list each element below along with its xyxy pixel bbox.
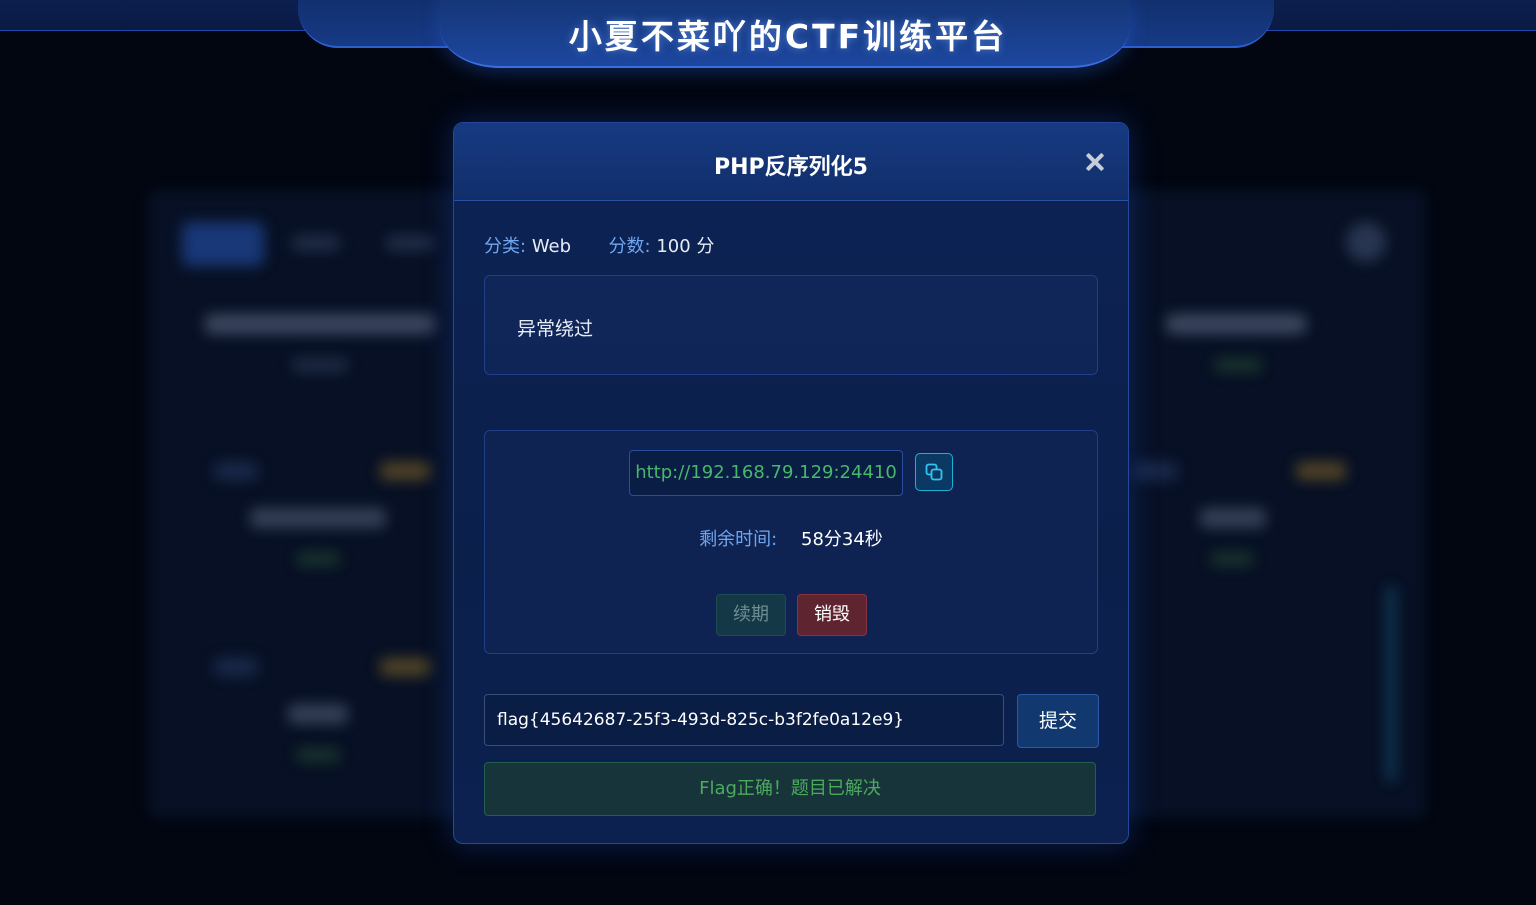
background-card-subtitle	[296, 748, 340, 762]
copy-icon	[925, 463, 943, 481]
copy-url-button[interactable]	[915, 453, 953, 491]
background-tab	[386, 236, 434, 250]
background-badge	[1296, 462, 1346, 480]
flag-result-message: Flag正确！题目已解决	[484, 762, 1096, 816]
challenge-modal: PHP反序列化5 分类: Web 分数: 100 分 异常绕过 http://1…	[453, 122, 1129, 844]
background-card-subtitle	[296, 552, 340, 566]
background-badge	[380, 658, 430, 676]
close-icon[interactable]	[1082, 149, 1108, 175]
background-scrollbar	[1386, 586, 1396, 782]
modal-header: PHP反序列化5	[454, 123, 1128, 201]
score-label: 分数:	[608, 236, 651, 257]
background-tab-active	[182, 222, 264, 266]
background-card-title	[250, 508, 386, 528]
background-card-title	[1200, 508, 1266, 528]
background-badge	[214, 462, 258, 480]
modal-title: PHP反序列化5	[714, 155, 868, 180]
instance-panel: http://192.168.79.129:24410 剩余时间: 58分34秒…	[484, 430, 1098, 654]
category-label: 分类:	[484, 236, 527, 257]
background-badge	[1134, 462, 1178, 480]
destroy-button[interactable]: 销毁	[797, 594, 867, 636]
background-tab	[292, 236, 340, 250]
submit-button[interactable]: 提交	[1017, 694, 1099, 748]
description-box: 异常绕过	[484, 275, 1098, 375]
background-card-subtitle	[1214, 358, 1262, 372]
remaining-time-value: 58分34秒	[801, 529, 883, 550]
background-card-subtitle	[292, 358, 348, 372]
background-card-title	[288, 704, 348, 724]
background-badge	[380, 462, 430, 480]
background-badge	[214, 658, 258, 676]
renew-button[interactable]: 续期	[716, 594, 786, 636]
background-card-subtitle	[1210, 552, 1254, 566]
instance-url[interactable]: http://192.168.79.129:24410	[629, 450, 903, 496]
remaining-time-label: 剩余时间:	[699, 529, 778, 550]
score-value: 100 分	[656, 236, 715, 257]
background-card-title	[205, 314, 435, 334]
background-card-title	[1166, 314, 1306, 334]
challenge-meta: 分类: Web 分数: 100 分	[484, 232, 714, 258]
category-value: Web	[531, 236, 572, 257]
background-avatar	[1346, 222, 1386, 262]
remaining-time: 剩余时间: 58分34秒	[485, 525, 1097, 551]
challenge-description: 异常绕过	[517, 318, 594, 340]
flag-input[interactable]	[484, 694, 1004, 746]
site-title: 小夏不菜吖的CTF训练平台	[568, 17, 1008, 56]
